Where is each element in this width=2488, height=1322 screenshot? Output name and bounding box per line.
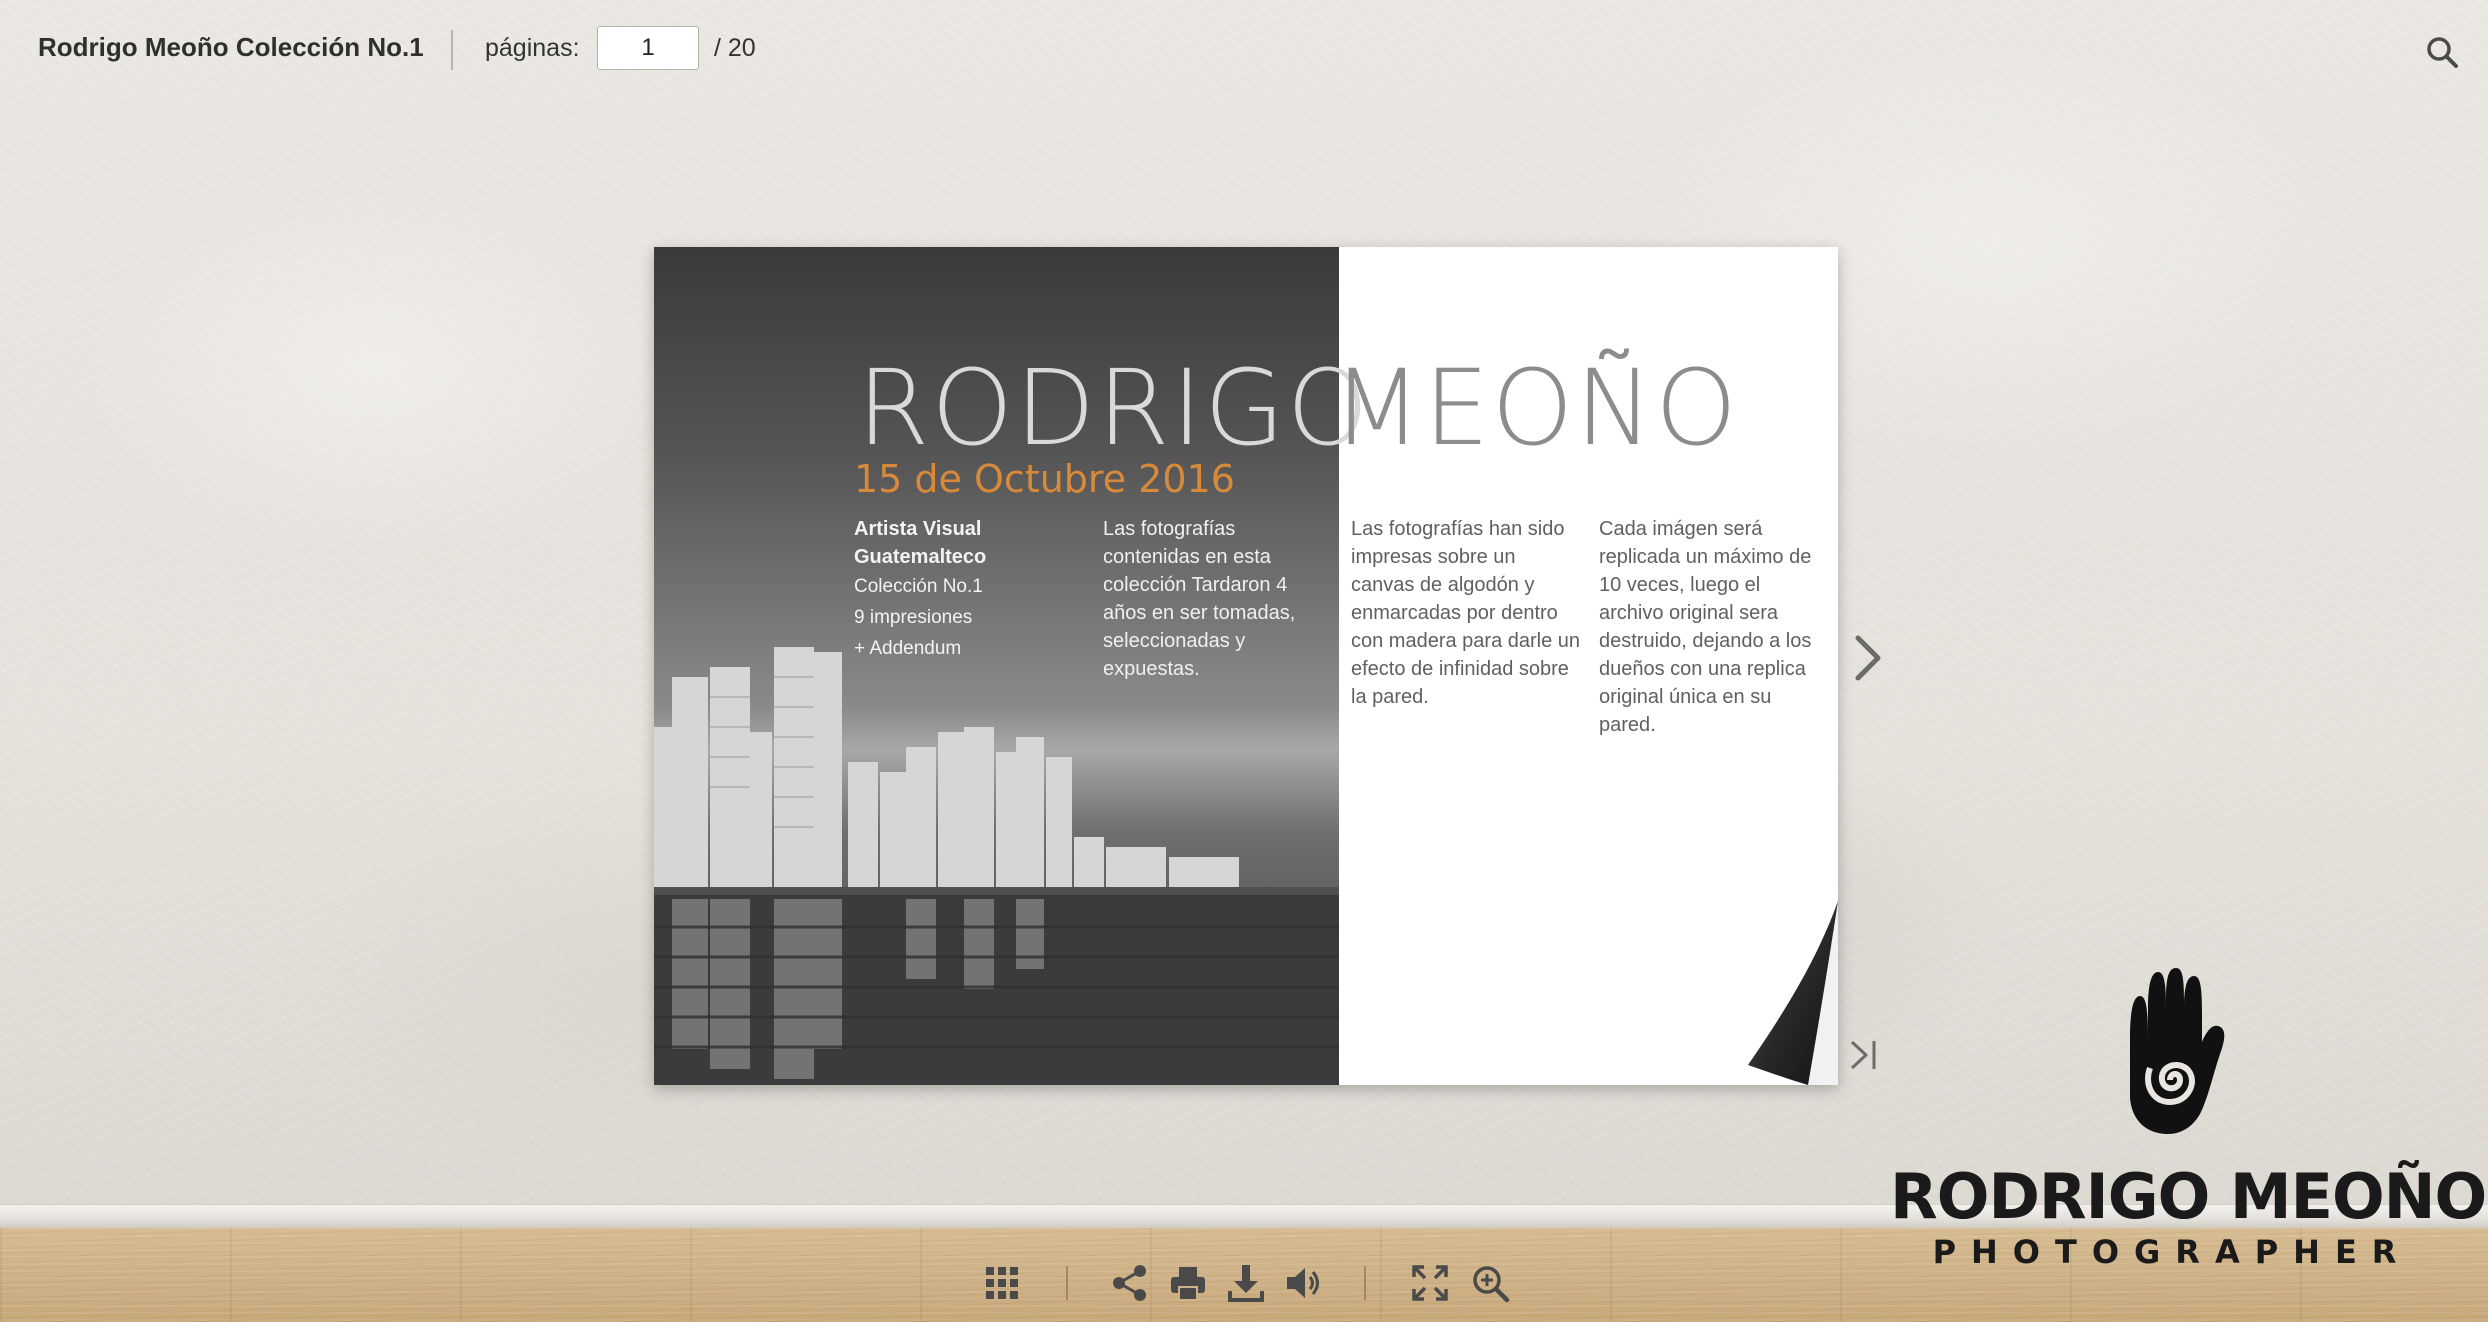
fullscreen-icon[interactable]: [1410, 1263, 1450, 1303]
hand-logo-icon: [2130, 968, 2225, 1134]
artist-info-line3: Colección No.1: [854, 576, 983, 597]
document-title: Rodrigo Meoño Colección No.1: [38, 32, 424, 62]
toolbar-divider: [1066, 1266, 1068, 1300]
artist-info-line4: 9 impresiones: [854, 607, 973, 628]
top-toolbar: Rodrigo Meoño Colección No.1 páginas: / …: [0, 0, 2488, 100]
artist-info-line1: Artista Visual: [854, 518, 982, 540]
city-skyline-image: [654, 647, 1339, 1085]
print-icon[interactable]: [1168, 1263, 1208, 1303]
cover-title-right: MEOÑO: [1332, 347, 1739, 469]
artist-info-line5: + Addendum: [854, 638, 962, 659]
edition-text-column: Cada imágen será replicada un máximo de …: [1599, 518, 1812, 736]
brand-name: RODRIGO MEOÑO: [1890, 1160, 2487, 1233]
page-number-input[interactable]: [597, 26, 699, 70]
total-pages: / 20: [714, 34, 756, 62]
download-icon[interactable]: [1226, 1263, 1266, 1303]
page-curl-corner[interactable]: [1748, 897, 1838, 1085]
artist-info-column: Artista Visual Guatemalteco Colección No…: [854, 515, 1074, 664]
collection-text-column: Las fotografías contenidas en esta colec…: [1103, 518, 1296, 680]
brand-tagline: PHOTOGRAPHER: [1932, 1233, 2412, 1271]
printing-text-column: Las fotografías han sido impresas sobre …: [1351, 518, 1581, 708]
search-icon[interactable]: [2424, 34, 2460, 70]
last-page-icon[interactable]: [1848, 1038, 1880, 1072]
toolbar-divider: [1364, 1266, 1366, 1300]
speaker-icon[interactable]: [1284, 1263, 1324, 1303]
pages-label: páginas:: [485, 34, 580, 62]
toolbar-divider: [451, 30, 453, 70]
flipbook-spread[interactable]: RODRIGO MEOÑO 15 de Octubre 2016 Artista…: [654, 247, 1838, 1085]
artist-info-line2: Guatemalteco: [854, 546, 987, 568]
thumbnails-grid-icon[interactable]: [982, 1263, 1022, 1303]
zoom-in-icon[interactable]: [1470, 1263, 1510, 1303]
cover-title-left: RODRIGO: [857, 347, 1371, 469]
next-page-chevron-icon[interactable]: [1852, 632, 1884, 684]
share-icon[interactable]: [1110, 1263, 1150, 1303]
event-date: 15 de Octubre 2016: [854, 457, 1235, 501]
